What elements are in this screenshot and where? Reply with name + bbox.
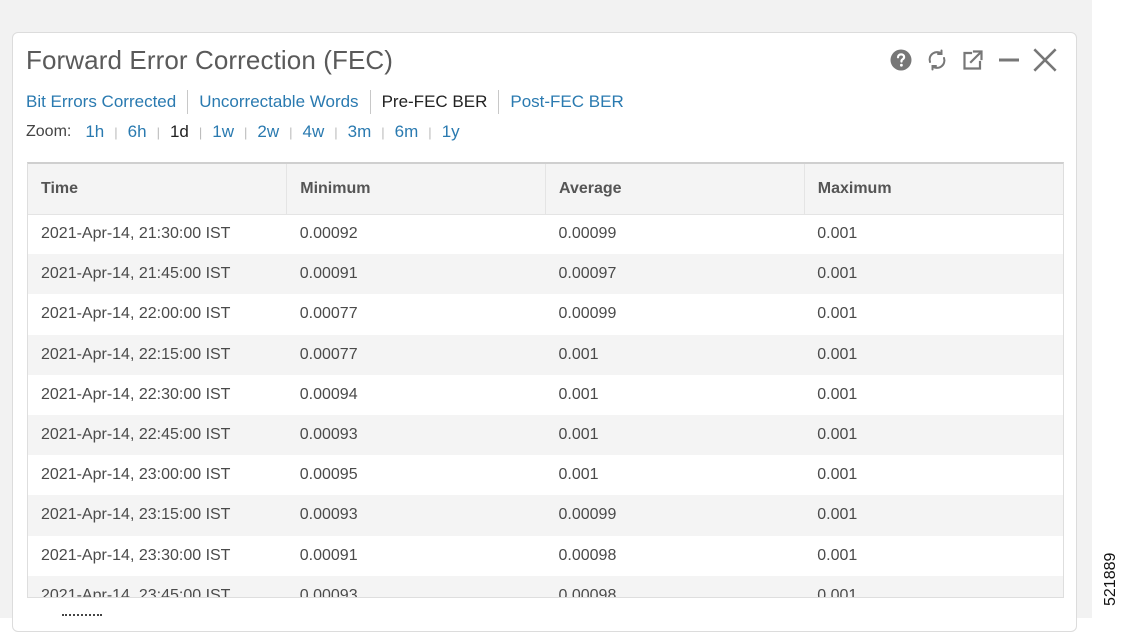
- table-row: 2021-Apr-14, 22:45:00 IST 0.00093 0.001 …: [28, 414, 1063, 456]
- cell-average: 0.001: [545, 414, 805, 456]
- zoom-option-3m[interactable]: 3m: [348, 122, 372, 142]
- cell-time: 2021-Apr-14, 21:30:00 IST: [28, 214, 287, 255]
- tab-divider: [369, 90, 371, 114]
- cell-average: 0.00098: [545, 575, 805, 597]
- cell-time: 2021-Apr-14, 23:45:00 IST: [28, 575, 287, 597]
- cell-time: 2021-Apr-14, 23:00:00 IST: [28, 455, 287, 496]
- zoom-option-1y[interactable]: 1y: [442, 122, 460, 142]
- cell-time: 2021-Apr-14, 22:45:00 IST: [28, 414, 287, 456]
- cell-time: 2021-Apr-14, 22:30:00 IST: [28, 374, 287, 415]
- table-header-row: Time Minimum Average Maximum: [28, 164, 1063, 215]
- fec-panel: Forward Error Correction (FEC) Bit Error…: [12, 32, 1077, 632]
- zoom-divider: |: [289, 124, 293, 140]
- table-row: 2021-Apr-14, 23:00:00 IST 0.00095 0.001 …: [28, 455, 1063, 496]
- zoom-divider: |: [244, 124, 248, 140]
- zoom-option-1w[interactable]: 1w: [212, 122, 234, 142]
- cell-minimum: 0.00093: [286, 495, 546, 536]
- zoom-divider: |: [334, 124, 338, 140]
- column-header-minimum[interactable]: Minimum: [286, 164, 546, 215]
- resize-handle[interactable]: [62, 614, 102, 616]
- cell-minimum: 0.00092: [286, 214, 546, 255]
- zoom-divider: |: [114, 124, 118, 140]
- zoom-option-1d[interactable]: 1d: [170, 122, 189, 142]
- table-row: 2021-Apr-14, 22:15:00 IST 0.00077 0.001 …: [28, 334, 1063, 375]
- cell-average: 0.00099: [545, 294, 805, 335]
- panel-title: Forward Error Correction (FEC): [26, 45, 394, 75]
- cell-maximum: 0.001: [804, 455, 1063, 496]
- tab-divider: [498, 90, 500, 114]
- cell-time: 2021-Apr-14, 22:00:00 IST: [28, 294, 287, 335]
- minimize-icon[interactable]: [996, 47, 1022, 73]
- cell-time: 2021-Apr-14, 21:45:00 IST: [28, 254, 287, 295]
- popout-icon[interactable]: [960, 47, 986, 73]
- cell-maximum: 0.001: [804, 214, 1063, 255]
- fec-table: Time Minimum Average Maximum 2021-Apr-14…: [28, 164, 1063, 597]
- cell-minimum: 0.00093: [286, 575, 546, 597]
- table-row: 2021-Apr-14, 22:30:00 IST 0.00094 0.001 …: [28, 374, 1063, 415]
- zoom-option-6m[interactable]: 6m: [395, 122, 419, 142]
- cell-minimum: 0.00077: [286, 334, 546, 375]
- fec-table-container[interactable]: Time Minimum Average Maximum 2021-Apr-14…: [27, 162, 1064, 598]
- cell-minimum: 0.00077: [286, 294, 546, 335]
- table-row: 2021-Apr-14, 23:45:00 IST 0.00093 0.0009…: [28, 575, 1063, 597]
- table-row: 2021-Apr-14, 22:00:00 IST 0.00077 0.0009…: [28, 294, 1063, 335]
- tab-uncorrectable-words[interactable]: Uncorrectable Words: [199, 92, 358, 112]
- cell-average: 0.00099: [545, 214, 805, 255]
- cell-time: 2021-Apr-14, 22:15:00 IST: [28, 334, 287, 375]
- tab-pre-fec-ber[interactable]: Pre-FEC BER: [382, 92, 488, 112]
- zoom-divider: |: [198, 124, 203, 140]
- cell-time: 2021-Apr-14, 23:30:00 IST: [28, 535, 287, 576]
- cell-maximum: 0.001: [804, 495, 1063, 536]
- cell-minimum: 0.00093: [286, 414, 546, 456]
- zoom-option-1h[interactable]: 1h: [85, 122, 104, 142]
- table-row: 2021-Apr-14, 21:45:00 IST 0.00091 0.0009…: [28, 254, 1063, 295]
- cell-average: 0.00099: [545, 495, 805, 536]
- tab-divider: [187, 90, 189, 114]
- zoom-label: Zoom:: [26, 123, 72, 140]
- cell-minimum: 0.00091: [286, 535, 546, 576]
- close-icon[interactable]: [1032, 47, 1058, 73]
- column-header-time[interactable]: Time: [28, 164, 288, 215]
- zoom-divider: |: [156, 124, 160, 140]
- column-header-maximum[interactable]: Maximum: [804, 164, 1063, 215]
- cell-average: 0.00097: [545, 254, 805, 295]
- table-row: 2021-Apr-14, 23:15:00 IST 0.00093 0.0009…: [28, 495, 1063, 536]
- cell-average: 0.001: [545, 334, 805, 375]
- zoom-option-4w[interactable]: 4w: [303, 122, 325, 142]
- cell-maximum: 0.001: [804, 334, 1063, 375]
- cell-maximum: 0.001: [804, 414, 1063, 456]
- cell-minimum: 0.00091: [286, 254, 546, 295]
- cell-maximum: 0.001: [804, 374, 1063, 415]
- table-row: 2021-Apr-14, 21:30:00 IST 0.00092 0.0009…: [28, 214, 1063, 255]
- cell-minimum: 0.00094: [286, 374, 546, 415]
- cell-minimum: 0.00095: [286, 455, 546, 496]
- cell-time: 2021-Apr-14, 23:15:00 IST: [28, 495, 287, 536]
- zoom-option-6h[interactable]: 6h: [128, 122, 147, 142]
- column-header-average[interactable]: Average: [545, 164, 805, 215]
- panel-actions: [888, 47, 1058, 73]
- cell-average: 0.001: [545, 374, 805, 415]
- zoom-divider: |: [428, 124, 432, 140]
- zoom-divider: |: [381, 124, 385, 140]
- cell-average: 0.001: [545, 455, 805, 496]
- tab-post-fec-ber[interactable]: Post-FEC BER: [510, 92, 623, 112]
- cell-maximum: 0.001: [804, 575, 1063, 597]
- cell-maximum: 0.001: [804, 294, 1063, 335]
- zoom-selector: Zoom: 1h | 6h | 1d | 1w | 2w | 4w | 3m |…: [26, 122, 460, 142]
- table-row: 2021-Apr-14, 23:30:00 IST 0.00091 0.0009…: [28, 535, 1063, 576]
- cell-maximum: 0.001: [804, 535, 1063, 576]
- figure-id: 521889: [1102, 552, 1119, 606]
- help-icon[interactable]: [888, 47, 914, 73]
- cell-average: 0.00098: [545, 535, 805, 576]
- refresh-icon[interactable]: [924, 47, 950, 73]
- zoom-option-2w[interactable]: 2w: [257, 122, 279, 142]
- cell-maximum: 0.001: [804, 254, 1063, 295]
- metric-tabs: Bit Errors Corrected Uncorrectable Words…: [26, 90, 624, 114]
- tab-bit-errors-corrected[interactable]: Bit Errors Corrected: [26, 92, 176, 112]
